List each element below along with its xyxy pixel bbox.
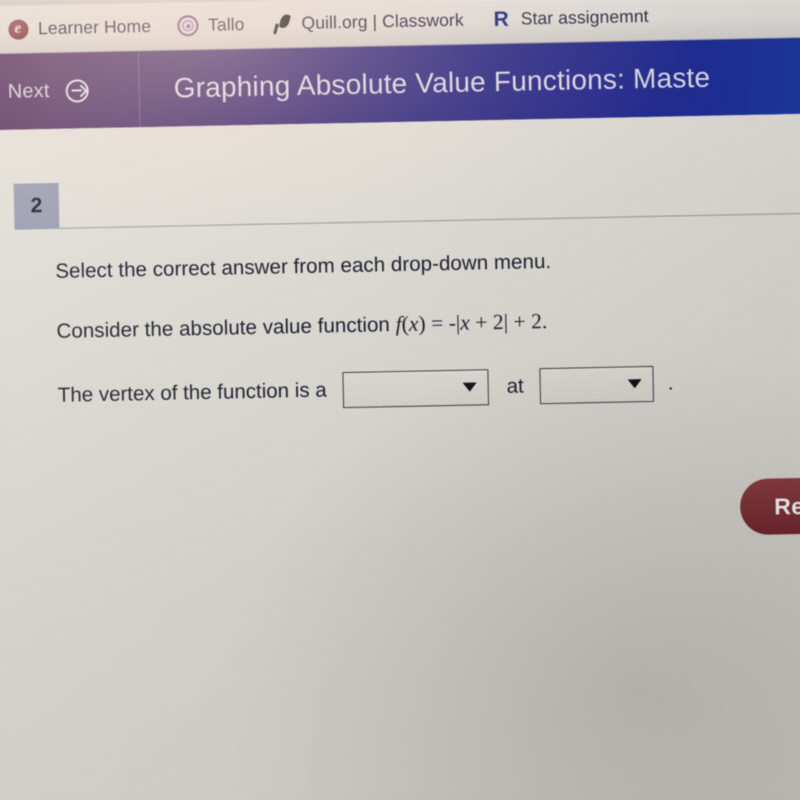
edge-e-icon: e	[7, 18, 29, 40]
bookmark-item-quill-classwork[interactable]: Quill.org | Classwork	[257, 5, 477, 39]
vertex-statement-row: The vertex of the function is a at .	[57, 363, 798, 414]
bookmark-label: Quill.org | Classwork	[301, 9, 464, 33]
bookmark-label: Star assignemnt	[520, 5, 649, 29]
formula-x-arg: x	[408, 311, 419, 336]
question-number-badge: 2	[13, 182, 60, 230]
question-divider	[59, 212, 800, 229]
formula-tail: + 2.	[507, 308, 548, 334]
vertex-type-dropdown[interactable]	[342, 368, 490, 408]
tallo-spiral-icon	[177, 14, 199, 37]
chevron-down-icon	[627, 379, 642, 389]
formula-equals: = -|	[425, 310, 461, 336]
question-body: Select the correct answer from each drop…	[55, 244, 798, 413]
statement-prefix: The vertex of the function is a	[57, 377, 327, 407]
next-label: Next	[7, 79, 50, 103]
formula-plus-two: + 2	[469, 309, 504, 335]
prompt-text: Consider the absolute value function	[56, 312, 396, 343]
prompt-formula: f(x) = -|x + 2| + 2.	[395, 309, 547, 336]
r-letter-icon: R	[493, 7, 509, 32]
next-button[interactable]: Next	[0, 51, 141, 131]
bookmark-label: Learner Home	[37, 15, 152, 39]
screen-photo-content: n e Learner Home Tallo Quill.org | Class…	[0, 0, 800, 800]
reset-button[interactable]: Reset	[739, 476, 800, 536]
statement-middle: at	[506, 374, 524, 398]
question-prompt: Consider the absolute value function f(x…	[56, 303, 796, 345]
bookmark-label: Tallo	[207, 14, 245, 35]
lesson-title: Graphing Absolute Value Functions: Maste	[173, 61, 711, 104]
question-card: 2 Select the correct answer from each dr…	[0, 113, 800, 800]
chevron-down-icon	[462, 382, 477, 392]
screenshot-root: n e Learner Home Tallo Quill.org | Class…	[0, 0, 800, 800]
bookmark-item-learner-home[interactable]: e Learner Home	[0, 11, 164, 44]
arrow-right-circle-icon	[65, 78, 89, 103]
vertex-point-dropdown[interactable]	[539, 365, 655, 404]
statement-suffix: .	[667, 371, 674, 395]
bookmark-item-star-assignment[interactable]: R Star assignemnt	[476, 1, 662, 35]
bookmark-item-tallo[interactable]: Tallo	[164, 9, 258, 41]
question-instruction: Select the correct answer from each drop…	[55, 249, 552, 283]
quill-feather-icon	[270, 13, 292, 35]
